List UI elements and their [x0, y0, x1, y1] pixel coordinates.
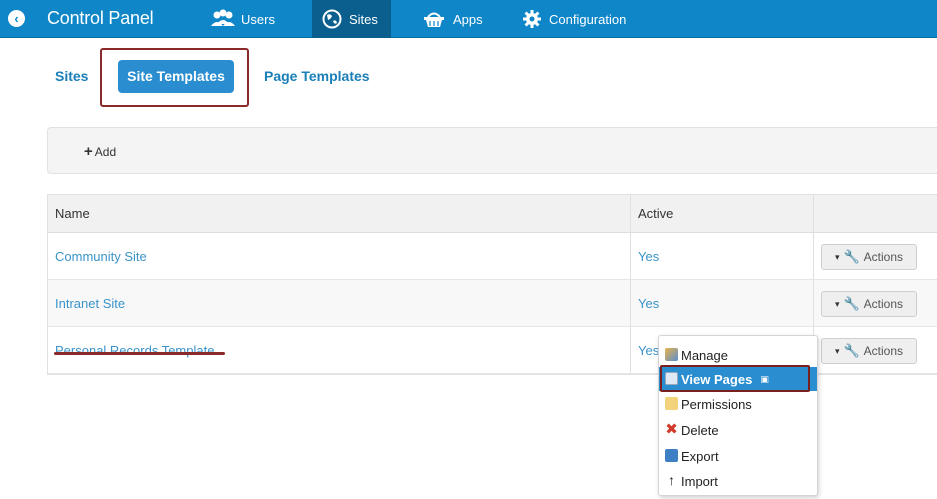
menu-item-permissions[interactable]: Permissions — [659, 392, 817, 416]
wrench-icon: 🔧 — [843, 343, 860, 358]
back-icon[interactable]: ‹ — [8, 10, 25, 27]
tab-page-templates[interactable]: Page Templates — [264, 68, 370, 84]
menu-item-import[interactable]: ↑ Import — [659, 469, 817, 493]
menu-item-label: Export — [681, 448, 719, 464]
caret-down-icon: ▾ — [834, 298, 840, 309]
nav-sites-label: Sites — [349, 11, 378, 27]
tab-sites[interactable]: Sites — [55, 68, 88, 84]
manage-icon — [665, 348, 678, 361]
import-icon: ↑ — [668, 472, 675, 488]
gear-icon — [522, 9, 542, 29]
menu-item-manage[interactable]: Manage — [659, 343, 817, 367]
caret-down-icon: ▾ — [834, 251, 840, 262]
basket-icon — [422, 9, 446, 29]
users-icon — [210, 9, 235, 29]
annotation-box — [100, 48, 249, 107]
table-header: Name Active — [48, 195, 937, 233]
row-active-value: Yes — [638, 342, 660, 358]
nav-configuration-label: Configuration — [549, 11, 627, 27]
delete-icon: ✖ — [665, 421, 678, 438]
actions-label: Actions — [863, 297, 904, 311]
wrench-icon: 🔧 — [843, 296, 860, 311]
actions-button[interactable]: ▾ 🔧 Actions — [821, 338, 917, 364]
menu-item-label: Manage — [681, 347, 728, 363]
add-button[interactable]: + Add — [84, 143, 116, 160]
table-row: Community Site Yes ▾ 🔧 Actions — [48, 233, 937, 280]
export-icon — [665, 449, 678, 462]
page-title: Control Panel — [47, 8, 154, 28]
menu-item-label: Delete — [681, 422, 719, 438]
nav-users-label: Users — [241, 11, 275, 27]
top-bar: ‹ Control Panel Users Sites Apps Configu… — [0, 0, 937, 38]
actions-label: Actions — [863, 250, 904, 264]
nav-users[interactable]: Users — [200, 0, 285, 38]
nav-apps-label: Apps — [453, 11, 483, 27]
annotation-box-view-pages — [660, 365, 810, 392]
row-name-link[interactable]: Intranet Site — [55, 280, 125, 326]
add-toolbar: + Add — [47, 127, 937, 174]
column-active: Active — [638, 206, 674, 221]
add-label: Add — [94, 145, 117, 159]
row-name-link[interactable]: Personal Records Template — [55, 327, 214, 373]
plus-icon: + — [84, 143, 93, 160]
actions-label: Actions — [863, 344, 904, 358]
row-active-value: Yes — [638, 248, 660, 264]
actions-button[interactable]: ▾ 🔧 Actions — [821, 291, 917, 317]
caret-down-icon: ▾ — [834, 345, 840, 356]
row-name-link[interactable]: Community Site — [55, 233, 147, 279]
column-name: Name — [55, 206, 90, 221]
menu-item-delete[interactable]: ✖ Delete — [659, 418, 817, 442]
row-active-value: Yes — [638, 295, 660, 311]
annotation-underline — [54, 352, 225, 355]
menu-item-export[interactable]: Export — [659, 444, 817, 468]
table-row: Intranet Site Yes ▾ 🔧 Actions — [48, 280, 937, 327]
actions-button[interactable]: ▾ 🔧 Actions — [821, 244, 917, 270]
nav-sites[interactable]: Sites — [312, 0, 391, 38]
wrench-icon: 🔧 — [843, 249, 860, 264]
nav-configuration[interactable]: Configuration — [512, 0, 636, 38]
globe-icon — [322, 9, 342, 29]
nav-apps[interactable]: Apps — [412, 0, 493, 38]
menu-item-label: Import — [681, 473, 718, 489]
actions-menu: Manage View Pages ▣ Permissions ✖ Delete… — [658, 335, 818, 496]
permissions-icon — [665, 397, 678, 410]
menu-item-label: Permissions — [681, 396, 752, 412]
